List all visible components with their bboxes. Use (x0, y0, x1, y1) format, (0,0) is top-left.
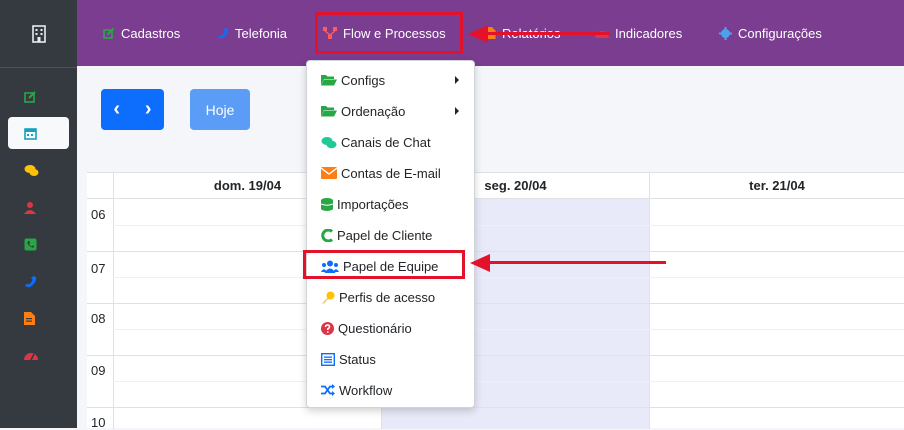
nav-telefonia-label: Telefonia (235, 25, 288, 41)
next-button[interactable]: › (145, 98, 152, 121)
file-icon (24, 311, 35, 325)
hour-label: 09 (91, 363, 106, 378)
nav-cadastros-label: Cadastros (121, 25, 181, 41)
chat-icon (321, 136, 337, 148)
phone-icon (25, 275, 37, 287)
menu-item-importacoes-label: Importações (337, 196, 409, 212)
menu-item-importacoes[interactable]: Importações (321, 194, 409, 214)
gauge-icon (24, 353, 38, 361)
sidebar-item-phone-square[interactable] (8, 228, 69, 260)
sidebar-item-phone[interactable] (8, 265, 69, 297)
half-hour-line (113, 225, 904, 226)
shuffle-icon (321, 384, 335, 396)
hour-line (87, 355, 904, 356)
menu-item-workflow-label: Workflow (339, 382, 393, 398)
building-icon (31, 24, 46, 43)
menu-item-configs[interactable]: Configs (321, 70, 471, 90)
folder-open-icon (321, 75, 337, 86)
sidebar-item-calendar[interactable] (8, 117, 69, 149)
sidebar-item-dashboard[interactable] (8, 339, 69, 371)
key-icon (322, 291, 335, 303)
gear-icon (719, 26, 732, 40)
hour-line (87, 407, 904, 408)
menu-item-ordenacao-label: Ordenação (341, 103, 406, 119)
chat-icon (24, 164, 39, 176)
menu-item-configs-label: Configs (341, 72, 386, 88)
nav-indicadores-label: Indicadores (615, 25, 683, 41)
nav-button-group: ‹ › (101, 89, 164, 130)
day-header-tue: ter. 21/04 (649, 173, 904, 199)
c-icon (321, 228, 333, 242)
menu-item-contas-email-label: Contas de E-mail (341, 165, 441, 181)
hour-label: 06 (91, 207, 106, 222)
sidebar-item-report[interactable] (8, 302, 69, 334)
menu-item-status-label: Status (339, 351, 376, 367)
time-header (87, 173, 113, 199)
nav-telefonia[interactable]: Telefonia (217, 22, 287, 44)
user-icon (24, 201, 36, 214)
half-hour-line (113, 329, 904, 330)
sidebar-item-user[interactable] (8, 191, 69, 223)
hour-label: 08 (91, 311, 106, 326)
grid-divider (649, 173, 650, 429)
today-button-label: Hoje (205, 101, 235, 118)
brand-logo[interactable] (0, 0, 77, 68)
menu-item-papel-cliente[interactable]: Papel de Cliente (321, 225, 432, 245)
calendar-grid: dom. 19/04 seg. 20/04 ter. 21/04 06 07 0… (87, 172, 904, 430)
list-icon (321, 352, 335, 366)
envelope-icon (321, 167, 337, 179)
annotation-arrow-head-icon (468, 25, 488, 43)
menu-item-perfis-acesso-label: Perfis de acesso (339, 289, 436, 305)
hour-line (87, 303, 904, 304)
hour-label: 07 (91, 261, 106, 276)
menu-item-status[interactable]: Status (321, 349, 376, 369)
edit-icon (103, 27, 115, 39)
hour-line (87, 251, 904, 252)
menu-item-perfis-acesso[interactable]: Perfis de acesso (321, 287, 435, 307)
folder-open-icon (321, 106, 337, 117)
menu-item-questionario-label: Questionário (338, 320, 412, 336)
menu-item-questionario[interactable]: Questionário (321, 318, 412, 338)
menu-item-canais-chat[interactable]: Canais de Chat (321, 132, 431, 152)
menu-item-contas-email[interactable]: Contas de E-mail (321, 163, 441, 183)
nav-cadastros[interactable]: Cadastros (103, 22, 180, 44)
edit-icon (24, 90, 36, 103)
menu-item-papel-cliente-label: Papel de Cliente (337, 227, 433, 243)
annotation-arrow-head-icon (470, 254, 490, 272)
sidebar (0, 0, 77, 428)
menu-item-workflow[interactable]: Workflow (321, 380, 392, 400)
prev-button[interactable]: ‹ (113, 98, 120, 121)
highlight-box-papel-equipe (303, 250, 465, 279)
annotation-arrow-shaft (488, 261, 666, 264)
half-hour-line (113, 381, 904, 382)
half-hour-line (113, 277, 904, 278)
phone-square-icon (24, 238, 37, 250)
question-icon (321, 321, 334, 335)
today-button[interactable]: Hoje (190, 89, 250, 130)
nav-configuracoes-label: Configurações (738, 25, 822, 41)
annotation-arrow-shaft (485, 32, 610, 35)
database-icon (321, 197, 333, 211)
highlight-box-flow (315, 12, 463, 54)
menu-item-ordenacao[interactable]: Ordenação (321, 101, 471, 121)
phone-icon (217, 27, 229, 39)
sidebar-item-edit[interactable] (8, 80, 69, 112)
submenu-caret-icon (455, 76, 459, 84)
submenu-caret-icon (455, 107, 459, 115)
nav-configuracoes[interactable]: Configurações (719, 22, 822, 44)
flow-processos-dropdown: Configs Ordenação Canais de Chat Contas … (306, 60, 475, 408)
grid-divider (113, 173, 114, 429)
menu-item-canais-chat-label: Canais de Chat (341, 134, 431, 150)
calendar-icon (24, 127, 37, 140)
sidebar-item-chat[interactable] (8, 154, 69, 186)
